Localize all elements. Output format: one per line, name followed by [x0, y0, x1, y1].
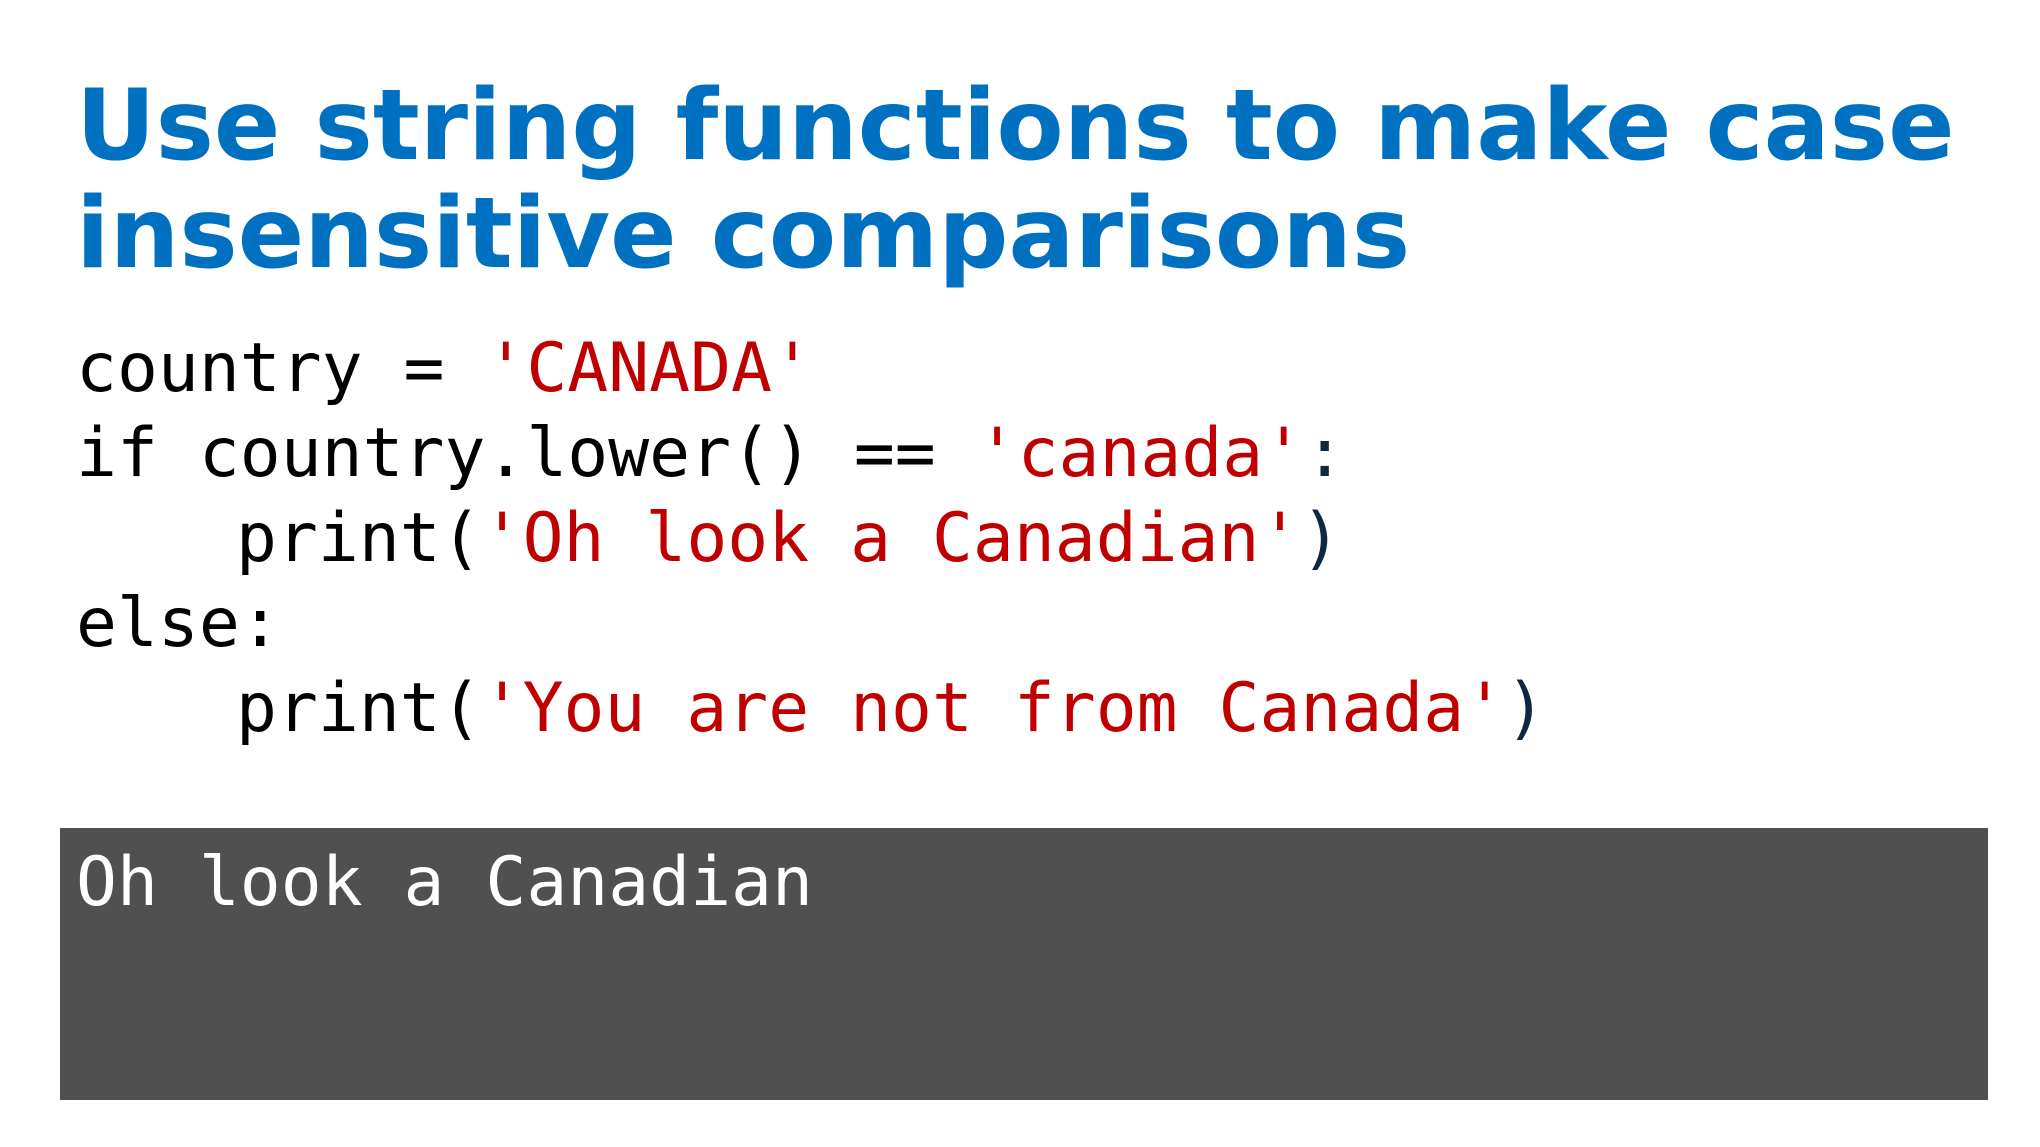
- code-text: print(: [236, 499, 482, 578]
- code-text: country =: [76, 329, 486, 408]
- code-line-4: else:: [76, 581, 1546, 666]
- code-punctuation: ): [1300, 499, 1342, 578]
- slide-title-line-1: Use string functions to make case: [76, 69, 1955, 183]
- string-literal: 'CANADA': [485, 329, 813, 408]
- code-text: if country.lower() ==: [76, 414, 977, 493]
- code-punctuation: :: [1304, 414, 1346, 493]
- slide-title: Use string functions to make case insens…: [76, 72, 1996, 288]
- string-literal: 'canada': [976, 414, 1305, 493]
- code-text: else:: [76, 584, 281, 663]
- code-line-2: if country.lower() == 'canada':: [76, 411, 1546, 496]
- code-line-5: print('You are not from Canada'): [76, 666, 1546, 751]
- code-line-3: print('Oh look a Canadian'): [76, 496, 1546, 581]
- output-panel: Oh look a Canadian: [60, 828, 1988, 1100]
- code-block: country = 'CANADA' if country.lower() ==…: [76, 326, 1546, 751]
- slide-title-line-2: insensitive comparisons: [76, 177, 1411, 291]
- code-line-1: country = 'CANADA': [76, 326, 1546, 411]
- code-text: print(: [236, 669, 482, 748]
- string-literal: 'Oh look a Canadian': [481, 499, 1301, 578]
- code-punctuation: ): [1505, 669, 1547, 748]
- output-text: Oh look a Canadian: [76, 843, 813, 922]
- string-literal: 'You are not from Canada': [481, 669, 1506, 748]
